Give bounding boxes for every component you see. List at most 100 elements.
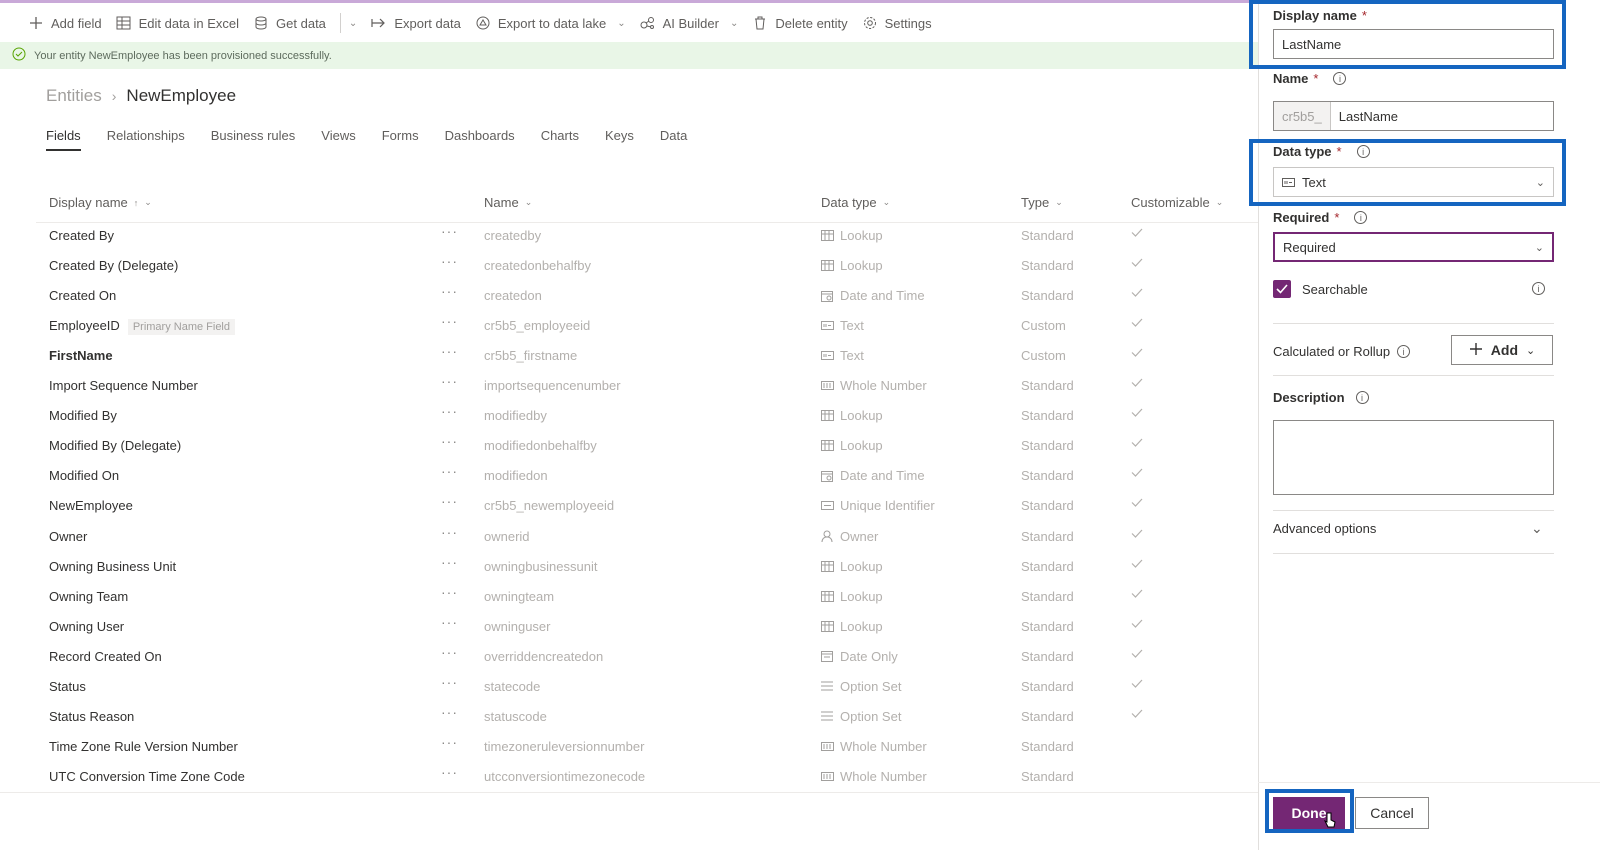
field-display-name[interactable]: Import Sequence Number (49, 378, 198, 393)
field-schema-name: statecode (484, 678, 541, 694)
column-header-type[interactable]: Type ⌄ (1021, 195, 1063, 210)
more-options-icon[interactable]: ··· (441, 493, 458, 509)
table-row[interactable]: Owning Team ··· owningteam Lookup Standard (36, 581, 1266, 611)
export-data-button[interactable]: Export data (371, 15, 461, 31)
table-row[interactable]: Status ··· statecode Option Set Standard (36, 671, 1266, 701)
table-row[interactable]: Status Reason ··· statuscode Option Set Stan… (36, 701, 1266, 731)
more-options-icon[interactable]: ··· (441, 403, 458, 419)
breadcrumb-entities-link[interactable]: Entities (46, 86, 102, 106)
field-display-name[interactable]: Record Created On (49, 649, 162, 664)
field-display-name[interactable]: Owning User (49, 619, 124, 634)
field-display-name[interactable]: EmployeeID Primary Name Field (49, 318, 235, 336)
field-display-name[interactable]: Modified On (49, 468, 119, 483)
field-display-name[interactable]: Status Reason (49, 709, 134, 724)
advanced-options-toggle[interactable]: Advanced options (1273, 521, 1376, 536)
chevron-down-icon[interactable]: ⌄ (1531, 520, 1543, 537)
ai-builder-button[interactable]: AI Builder ⌄ (640, 15, 738, 31)
more-options-icon[interactable]: ··· (441, 253, 458, 269)
table-row[interactable]: Modified On ··· modifiedon Date and Time Sta… (36, 460, 1266, 490)
column-header-customizable[interactable]: Customizable ⌄ (1131, 195, 1223, 210)
tab-charts[interactable]: Charts (541, 128, 579, 151)
more-options-icon[interactable]: ··· (441, 373, 458, 389)
table-row[interactable]: NewEmployee ··· cr5b5_newemployeeid Unique … (36, 490, 1266, 520)
add-field-button[interactable]: Add field (28, 15, 102, 31)
tab-fields[interactable]: Fields (46, 128, 81, 151)
more-options-icon[interactable]: ··· (441, 433, 458, 449)
table-row[interactable]: Modified By (Delegate) ··· modifiedonbehal… (36, 430, 1266, 460)
table-row[interactable]: Import Sequence Number ··· importsequencen… (36, 370, 1266, 400)
required-dropdown[interactable]: Required ⌄ (1273, 232, 1554, 262)
edit-in-excel-button[interactable]: Edit data in Excel (116, 15, 239, 31)
table-row[interactable]: Created By ··· createdby Lookup Standard (36, 220, 1266, 250)
field-display-name[interactable]: Owning Business Unit (49, 559, 176, 574)
customizable-check-icon (1131, 616, 1143, 631)
tab-keys[interactable]: Keys (605, 128, 634, 151)
info-icon[interactable]: i (1354, 211, 1368, 224)
field-display-name[interactable]: UTC Conversion Time Zone Code (49, 769, 245, 784)
table-row[interactable]: Record Created On ··· overriddencreatedon D… (36, 641, 1266, 671)
more-options-icon[interactable]: ··· (441, 704, 458, 720)
more-options-icon[interactable]: ··· (441, 223, 458, 239)
more-options-icon[interactable]: ··· (441, 734, 458, 750)
table-row[interactable]: Created On ··· createdon Date and Time Stand… (36, 280, 1266, 310)
field-display-name[interactable]: Owner (49, 529, 87, 544)
more-options-icon[interactable]: ··· (441, 463, 458, 479)
more-options-icon[interactable]: ··· (441, 283, 458, 299)
settings-button[interactable]: Settings (862, 15, 932, 31)
description-textarea[interactable] (1273, 420, 1554, 495)
display-name-input[interactable]: LastName (1273, 29, 1554, 59)
info-icon[interactable]: i (1356, 145, 1370, 158)
table-row[interactable]: Created By (Delegate) ··· createdonbehalfb… (36, 250, 1266, 280)
export-to-data-lake-button[interactable]: Export to data lake ⌄ (475, 15, 626, 31)
field-display-name[interactable]: Created On (49, 288, 116, 303)
field-display-name[interactable]: NewEmployee (49, 498, 133, 513)
tab-business-rules[interactable]: Business rules (211, 128, 296, 151)
customizable-check-icon (1131, 375, 1143, 390)
info-icon[interactable]: i (1333, 72, 1347, 85)
table-row[interactable]: Owner ··· ownerid Owner Standard (36, 521, 1266, 551)
column-header-display-name[interactable]: Display name ↑ ⌄ (49, 195, 152, 210)
more-options-icon[interactable]: ··· (441, 674, 458, 690)
name-input[interactable]: cr5b5_ LastName (1273, 101, 1554, 131)
table-row[interactable]: Owning User ··· owninguser Lookup Standard (36, 611, 1266, 641)
info-icon[interactable]: i (1355, 391, 1369, 404)
table-row[interactable]: Modified By ··· modifiedby Lookup Standard (36, 400, 1266, 430)
more-options-icon[interactable]: ··· (441, 554, 458, 570)
tab-views[interactable]: Views (321, 128, 355, 151)
delete-entity-button[interactable]: Delete entity (752, 15, 848, 31)
info-icon[interactable]: i (1397, 345, 1411, 358)
field-display-name[interactable]: FirstName (49, 348, 113, 363)
table-row[interactable]: EmployeeID Primary Name Field ··· cr5b5_emp… (36, 310, 1266, 340)
field-display-name[interactable]: Owning Team (49, 589, 128, 604)
data-type-dropdown[interactable]: Text ⌄ (1273, 167, 1554, 197)
get-data-button[interactable]: Get data (253, 15, 326, 31)
more-options-icon[interactable]: ··· (441, 614, 458, 630)
field-display-name[interactable]: Time Zone Rule Version Number (49, 739, 238, 754)
field-display-name[interactable]: Created By (Delegate) (49, 258, 178, 273)
column-header-data-type[interactable]: Data type ⌄ (821, 195, 890, 210)
table-row[interactable]: FirstName ··· cr5b5_firstname Text Custom (36, 340, 1266, 370)
add-calculated-button[interactable]: Add ⌄ (1451, 335, 1553, 365)
more-options-icon[interactable]: ··· (441, 644, 458, 660)
tab-dashboards[interactable]: Dashboards (445, 128, 515, 151)
cancel-button[interactable]: Cancel (1355, 797, 1429, 829)
column-header-name[interactable]: Name ⌄ (484, 195, 532, 210)
more-options-icon[interactable]: ··· (441, 764, 458, 780)
table-row[interactable]: Owning Business Unit ··· owningbusinessuni… (36, 551, 1266, 581)
more-options-icon[interactable]: ··· (441, 584, 458, 600)
field-display-name[interactable]: Status (49, 679, 86, 694)
field-display-name[interactable]: Modified By (49, 408, 117, 423)
more-options-icon[interactable]: ··· (441, 343, 458, 359)
chevron-down-icon[interactable]: ⌄ (349, 18, 357, 29)
more-options-icon[interactable]: ··· (441, 313, 458, 329)
info-icon[interactable]: i (1532, 282, 1545, 295)
more-options-icon[interactable]: ··· (441, 524, 458, 540)
field-display-name[interactable]: Created By (49, 228, 114, 243)
table-row[interactable]: Time Zone Rule Version Number ··· timezone… (36, 731, 1266, 761)
tab-data[interactable]: Data (660, 128, 687, 151)
tab-forms[interactable]: Forms (382, 128, 419, 151)
table-row[interactable]: UTC Conversion Time Zone Code ··· utcconve… (36, 761, 1266, 791)
tab-relationships[interactable]: Relationships (107, 128, 185, 151)
searchable-checkbox[interactable] (1273, 280, 1291, 298)
field-display-name[interactable]: Modified By (Delegate) (49, 438, 181, 453)
